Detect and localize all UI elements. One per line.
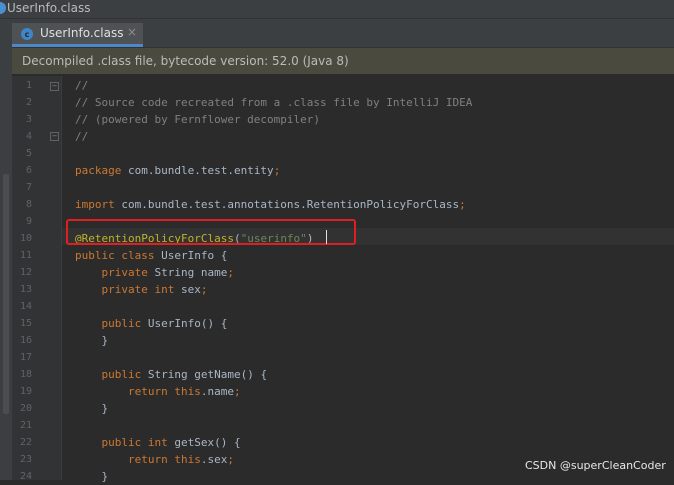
annotation-highlight-box bbox=[66, 219, 356, 245]
text-caret bbox=[326, 230, 327, 244]
line-number: 6 bbox=[25, 165, 32, 176]
line-number: 24 bbox=[19, 471, 32, 482]
left-tool-strip bbox=[0, 19, 12, 480]
code-token: // bbox=[75, 79, 89, 92]
class-file-icon bbox=[0, 2, 6, 14]
code-token: public bbox=[75, 368, 148, 381]
code-token: package bbox=[75, 164, 128, 177]
code-token: // Source code recreated from a .class f… bbox=[75, 96, 473, 109]
code-token: private int bbox=[75, 283, 181, 296]
code-token: } bbox=[75, 334, 109, 347]
code-token: import bbox=[75, 198, 122, 211]
line-number: 18 bbox=[19, 369, 32, 380]
line-number: 8 bbox=[25, 199, 32, 210]
line-number: 17 bbox=[19, 352, 32, 363]
decompiled-notice-banner: Decompiled .class file, bytecode version… bbox=[12, 48, 674, 74]
line-number: 12 bbox=[19, 267, 32, 278]
code-token: com.bundle.test.entity bbox=[127, 164, 274, 177]
code-line[interactable]: public UserInfo() { bbox=[75, 315, 227, 332]
code-line[interactable]: // bbox=[75, 77, 88, 94]
code-token: String name bbox=[154, 266, 228, 279]
line-number: 2 bbox=[25, 97, 32, 108]
line-number: 10 bbox=[19, 233, 32, 244]
line-number: 4 bbox=[25, 131, 32, 142]
code-line[interactable]: public class UserInfo { bbox=[75, 247, 227, 264]
code-line[interactable]: // Source code recreated from a .class f… bbox=[75, 94, 472, 111]
code-token: .sex bbox=[200, 453, 228, 466]
code-token: UserInfo() { bbox=[147, 317, 228, 330]
code-line[interactable]: private String name; bbox=[75, 264, 234, 281]
line-number: 11 bbox=[19, 250, 32, 261]
line-number: 13 bbox=[19, 284, 32, 295]
line-number: 5 bbox=[25, 148, 32, 159]
code-token: ; bbox=[273, 164, 281, 177]
line-number: 23 bbox=[19, 454, 32, 465]
code-token: } bbox=[75, 470, 109, 483]
line-number: 19 bbox=[19, 386, 32, 397]
code-token: // bbox=[75, 130, 89, 143]
code-token: public bbox=[75, 317, 148, 330]
line-number: 7 bbox=[25, 182, 32, 193]
code-line[interactable]: } bbox=[75, 400, 108, 417]
code-token: return this bbox=[75, 385, 201, 398]
code-token: public class bbox=[75, 249, 162, 262]
code-line[interactable]: import com.bundle.test.annotations.Reten… bbox=[75, 196, 466, 213]
code-token: .name bbox=[200, 385, 234, 398]
code-line[interactable]: } bbox=[75, 468, 108, 485]
code-line[interactable]: private int sex; bbox=[75, 281, 207, 298]
code-line[interactable]: } bbox=[75, 332, 108, 349]
code-token: sex bbox=[180, 283, 201, 296]
code-line[interactable]: // (powered by Fernflower decompiler) bbox=[75, 111, 320, 128]
code-line[interactable]: public String getName() { bbox=[75, 366, 267, 383]
breadcrumb: UserInfo.class bbox=[0, 0, 674, 19]
code-token: com.bundle.test.annotations.RetentionPol… bbox=[121, 198, 460, 211]
code-token: return this bbox=[75, 453, 201, 466]
code-token: ; bbox=[233, 385, 241, 398]
code-token: } bbox=[75, 402, 109, 415]
code-token: // (powered by Fernflower decompiler) bbox=[75, 113, 321, 126]
tab-label: UserInfo.class bbox=[40, 26, 124, 40]
code-token: String getName() { bbox=[147, 368, 268, 381]
scrollbar-thumb[interactable] bbox=[3, 174, 9, 414]
code-token: ; bbox=[227, 266, 234, 279]
fold-marker-icon[interactable]: − bbox=[50, 82, 59, 91]
code-token: getSex() { bbox=[174, 436, 241, 449]
fold-marker-icon[interactable]: − bbox=[50, 132, 59, 141]
gutter-separator bbox=[61, 76, 62, 480]
code-token: ; bbox=[459, 198, 466, 211]
line-number: 21 bbox=[19, 420, 32, 431]
code-line[interactable]: public int getSex() { bbox=[75, 434, 241, 451]
code-line[interactable]: return this.name; bbox=[75, 383, 241, 400]
line-number: 15 bbox=[19, 318, 32, 329]
code-line[interactable]: return this.sex; bbox=[75, 451, 234, 468]
line-number: 9 bbox=[25, 216, 32, 227]
line-number: 3 bbox=[25, 114, 32, 125]
tab-userinfo-class[interactable]: c UserInfo.class × bbox=[12, 23, 143, 47]
code-token: private bbox=[75, 266, 155, 279]
breadcrumb-item-file[interactable]: UserInfo.class bbox=[7, 0, 90, 17]
line-number: 14 bbox=[19, 301, 32, 312]
line-number: 22 bbox=[19, 437, 32, 448]
line-number: 20 bbox=[19, 403, 32, 414]
line-number: 16 bbox=[19, 335, 32, 346]
code-token: ; bbox=[200, 283, 208, 296]
code-line[interactable]: package com.bundle.test.entity; bbox=[75, 162, 280, 179]
class-file-icon: c bbox=[21, 28, 33, 40]
code-line[interactable]: // bbox=[75, 128, 88, 145]
code-token: ; bbox=[227, 453, 234, 466]
watermark: CSDN @superCleanCoder bbox=[525, 459, 666, 472]
editor-tab-bar: c UserInfo.class × bbox=[0, 19, 674, 48]
close-icon[interactable]: × bbox=[127, 25, 137, 39]
code-token: UserInfo { bbox=[161, 249, 228, 262]
code-token: public int bbox=[75, 436, 175, 449]
line-number: 1 bbox=[25, 80, 32, 91]
